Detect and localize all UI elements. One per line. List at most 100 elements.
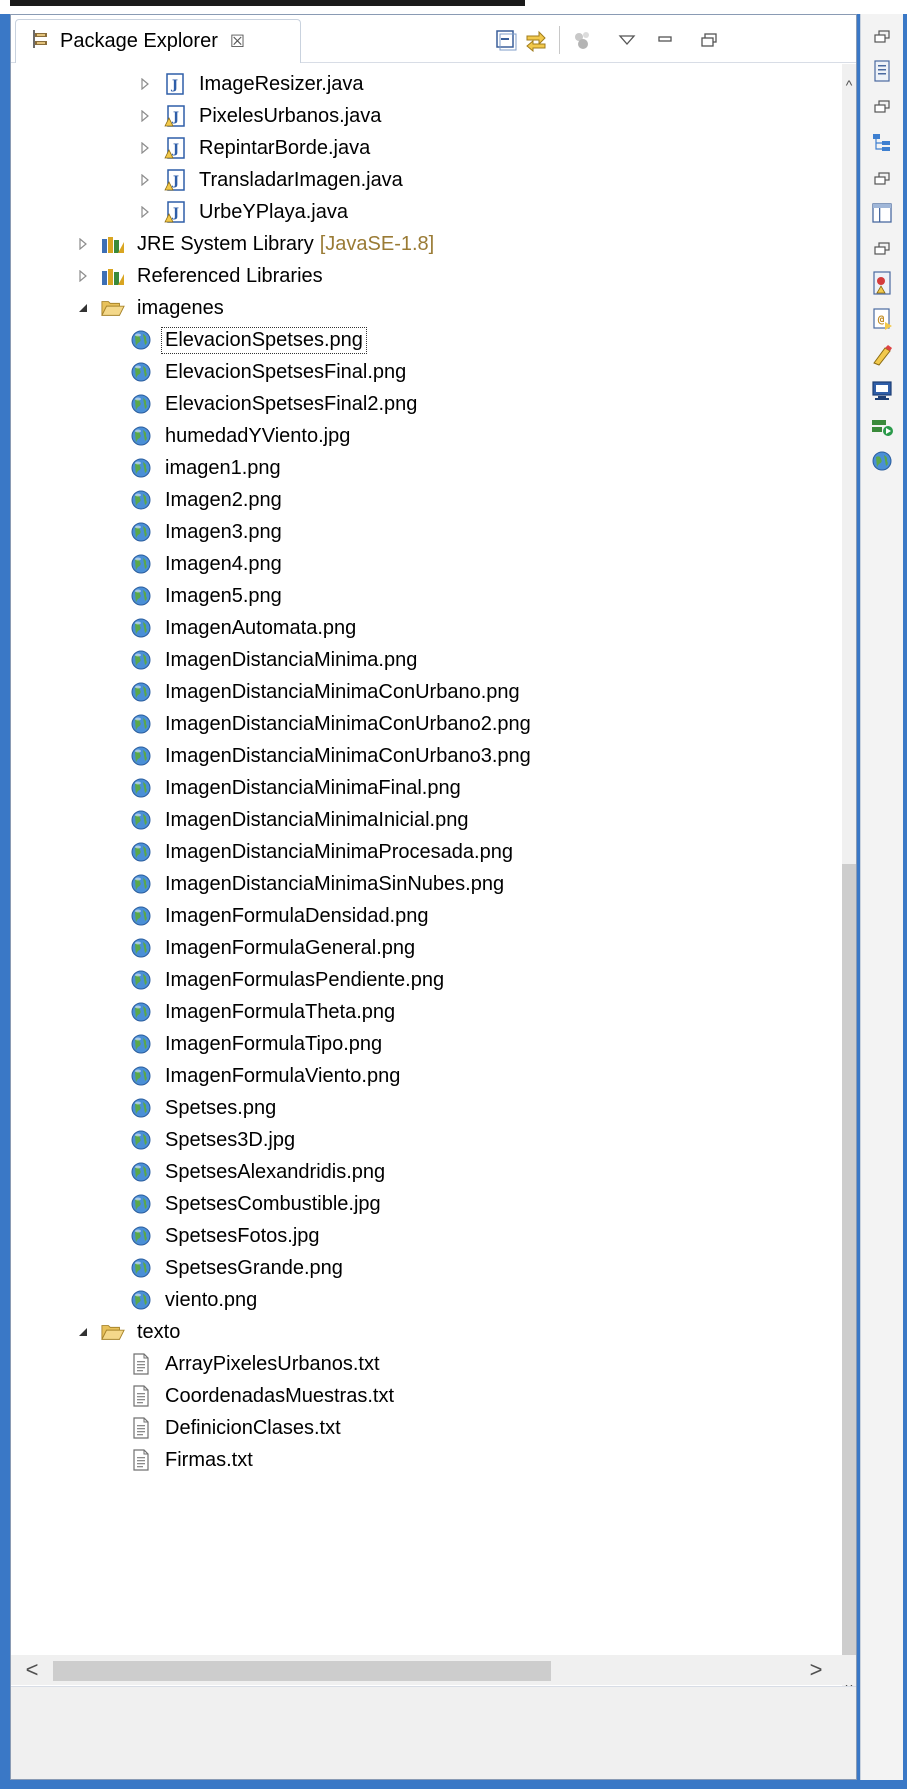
tree-item-image-file[interactable]: ImagenDistanciaMinimaFinal.png [129,770,461,806]
console-view-icon[interactable] [869,378,895,404]
tree-item-java-file[interactable]: J PixelesUrbanos.java [135,98,381,134]
globe-file-icon [129,456,153,480]
package-explorer-icon [30,29,50,54]
tree-item-java-file[interactable]: J UrbeYPlaya.java [135,194,348,230]
toolbar-separator [559,26,560,54]
tree-item-image-file[interactable]: Imagen2.png [129,482,282,518]
expand-arrow-icon[interactable] [135,106,155,126]
tree-item-image-file[interactable]: ImagenDistanciaMinimaConUrbano2.png [129,706,531,742]
tree-item-image-file[interactable]: ImagenDistanciaMinima.png [129,642,417,678]
tree-item-image-file[interactable]: Imagen4.png [129,546,282,582]
tree-item-folder-imagenes[interactable]: imagenes [73,290,224,326]
expand-arrow-icon[interactable] [135,202,155,222]
tree-item-image-file[interactable]: ElevacionSpetsesFinal.png [129,354,406,390]
tree-item-image-file[interactable]: Imagen3.png [129,514,282,550]
tree-item-image-file[interactable]: Imagen5.png [129,578,282,614]
restore-icon[interactable] [869,24,895,50]
tree-item-image-file[interactable]: ImagenDistanciaMinimaProcesada.png [129,834,513,870]
layout-panel-icon[interactable] [869,200,895,226]
tree-item-image-file[interactable]: Spetses3D.jpg [129,1122,295,1158]
view-header: Package Explorer ☒ [11,15,856,63]
tab-package-explorer[interactable]: Package Explorer ☒ [15,19,301,63]
expand-arrow-icon[interactable] [73,234,93,254]
restore-icon[interactable] [869,166,895,192]
project-tree: J ImageResizer.java J PixelesUrbanos.jav… [11,64,841,1654]
tree-item-text-file[interactable]: CoordenadasMuestras.txt [129,1378,394,1414]
tree-item-image-file[interactable]: SpetsesFotos.jpg [129,1218,320,1254]
tree-item-image-file[interactable]: viento.png [129,1282,257,1318]
close-icon[interactable]: ☒ [230,32,245,52]
horizontal-scroll-thumb[interactable] [53,1661,551,1681]
tree-item-folder-texto[interactable]: texto [73,1314,180,1350]
library-icon [101,264,125,288]
tree-item-image-file[interactable]: ImagenAutomata.png [129,610,356,646]
tree-item-referenced-libraries[interactable]: Referenced Libraries [73,258,323,294]
tree-item-java-file[interactable]: J ImageResizer.java [135,66,364,102]
tree-item-image-file[interactable]: ImagenFormulaViento.png [129,1058,400,1094]
expand-arrow-icon[interactable] [73,266,93,286]
restore-icon[interactable] [694,25,724,55]
tree-item-image-file[interactable]: ImagenFormulaTipo.png [129,1026,382,1062]
tree-item-image-file[interactable]: imagen1.png [129,450,281,486]
file-label: ImagenDistanciaMinimaInicial.png [165,808,469,831]
tree-item-java-file[interactable]: J TransladarImagen.java [135,162,403,198]
problems-view-icon[interactable] [869,270,895,296]
file-label: ElevacionSpetsesFinal.png [165,360,407,383]
tree-item-text-file[interactable]: Firmas.txt [129,1442,253,1478]
file-label: ImagenAutomata.png [165,616,357,639]
svg-text:J: J [171,78,178,93]
minimize-icon[interactable] [650,25,680,55]
tree-item-image-file[interactable]: ImagenDistanciaMinimaConUrbano.png [129,674,520,710]
scroll-left-icon[interactable]: < [17,1657,47,1683]
expand-arrow-icon[interactable] [135,170,155,190]
expand-arrow-icon[interactable] [135,138,155,158]
file-label: ImagenDistanciaMinimaConUrbano2.png [165,712,531,735]
file-label: ImagenFormulaDensidad.png [165,904,429,927]
file-label: ElevacionSpetses.png [161,326,367,354]
collapse-arrow-icon[interactable] [73,298,93,318]
tree-item-image-file[interactable]: SpetsesCombustible.jpg [129,1186,381,1222]
declaration-view-icon[interactable] [869,342,895,368]
tree-item-image-file[interactable]: ImagenDistanciaMinimaInicial.png [129,802,468,838]
restore-icon[interactable] [869,236,895,262]
expand-arrow-icon[interactable] [135,74,155,94]
view-menu-icon[interactable] [612,25,642,55]
tree-item-image-file[interactable]: SpetsesAlexandridis.png [129,1154,385,1190]
outline-view-icon[interactable] [869,58,895,84]
svg-text:J: J [172,110,179,125]
collapse-all-icon[interactable] [491,25,521,55]
restore-icon[interactable] [869,94,895,120]
globe-file-icon [129,744,153,768]
tree-item-image-file[interactable]: ImagenDistanciaMinimaConUrbano3.png [129,738,531,774]
link-with-editor-icon[interactable] [521,25,551,55]
tree-item-image-file[interactable]: ImagenFormulaDensidad.png [129,898,429,934]
tree-item-image-file[interactable]: ImagenDistanciaMinimaSinNubes.png [129,866,504,902]
tree-item-image-file[interactable]: ImagenFormulasPendiente.png [129,962,444,998]
tree-item-text-file[interactable]: DefinicionClases.txt [129,1410,341,1446]
hierarchy-view-icon[interactable] [869,130,895,156]
collapse-arrow-icon[interactable] [73,1322,93,1342]
tree-item-java-file[interactable]: J RepintarBorde.java [135,130,370,166]
tree-item-image-file[interactable]: ElevacionSpetsesFinal2.png [129,386,417,422]
tree-item-image-file[interactable]: ImagenFormulaTheta.png [129,994,395,1030]
globe-icon[interactable] [869,448,895,474]
globe-file-icon [129,1192,153,1216]
javadoc-view-icon[interactable]: @ [869,306,895,332]
tree-item-text-file[interactable]: ArrayPixelesUrbanos.txt [129,1346,380,1382]
tree-item-image-file[interactable]: Spetses.png [129,1090,276,1126]
progress-view-icon[interactable] [869,414,895,440]
tree-item-image-file[interactable]: ElevacionSpetses.png [129,322,367,358]
tree-item-jre-library[interactable]: JRE System Library [JavaSE-1.8] [73,226,434,262]
vertical-scroll-thumb[interactable] [842,864,856,1674]
horizontal-scrollbar[interactable]: < > [11,1655,842,1685]
tree-item-image-file[interactable]: humedadYViento.jpg [129,418,350,454]
globe-file-icon [129,840,153,864]
file-label: SpetsesAlexandridis.png [165,1160,386,1183]
scroll-right-icon[interactable]: > [801,1657,831,1683]
vertical-scrollbar[interactable]: ^ v [842,64,856,1709]
tree-item-image-file[interactable]: SpetsesGrande.png [129,1250,343,1286]
focus-on-task-icon[interactable] [568,25,598,55]
tree-item-image-file[interactable]: ImagenFormulaGeneral.png [129,930,415,966]
scroll-up-icon[interactable]: ^ [842,74,856,96]
svg-text:@: @ [878,313,885,326]
